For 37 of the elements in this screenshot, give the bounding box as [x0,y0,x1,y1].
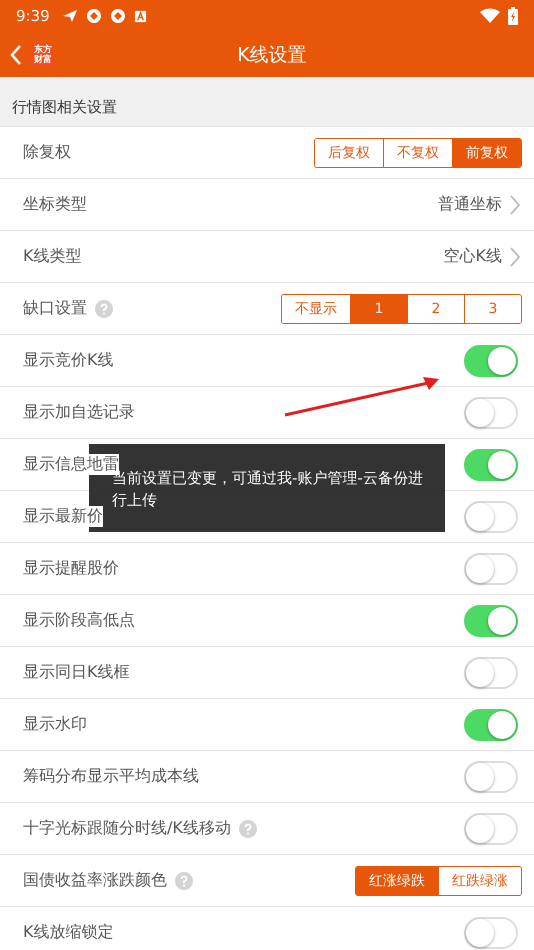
toggle-switch[interactable] [464,708,518,740]
paper-plane-icon [62,8,78,24]
toggle-switch[interactable] [464,396,518,428]
segment-option[interactable]: 前复权 [452,138,521,166]
status-time: 9:39 [16,7,50,25]
toggle-switch[interactable] [464,344,518,376]
setting-label: 显示最新价 [23,506,103,527]
setting-label: 显示信息地雷 [23,454,119,475]
chevron-right-icon[interactable] [510,246,520,266]
segment-option[interactable]: 3 [464,294,521,322]
help-icon[interactable] [238,820,257,838]
toggle-switch[interactable] [464,448,518,480]
segment-option[interactable]: 红涨绿跌 [356,866,438,894]
toggle-switch[interactable] [464,760,518,792]
setting-value[interactable]: 空心K线 [444,246,502,267]
keyboard-icon [134,10,147,22]
battery-icon [508,7,518,25]
toggle-switch[interactable] [464,604,518,636]
help-icon[interactable] [95,300,113,318]
app-logo: 东方 财富 [32,42,54,66]
toggle-switch[interactable] [464,552,518,584]
toggle-switch[interactable] [464,656,518,688]
setting-value[interactable]: 普通坐标 [438,194,502,215]
help-icon[interactable] [175,872,193,890]
aperture-icon [110,8,126,24]
page-title: K线设置 [237,42,307,68]
aperture-icon [86,8,102,24]
chevron-right-icon[interactable] [510,194,520,214]
section-header: 行情图相关设置 [0,77,534,127]
wifi-icon [480,8,500,24]
toggle-switch[interactable] [464,500,518,532]
setting-label: 显示阶段高低点 [23,610,135,631]
toggle-switch[interactable] [464,916,518,948]
segment-option[interactable]: 红跌绿涨 [438,866,521,894]
segment-option[interactable]: 1 [350,294,407,322]
toggle-switch[interactable] [464,812,518,844]
back-icon[interactable] [10,44,22,66]
